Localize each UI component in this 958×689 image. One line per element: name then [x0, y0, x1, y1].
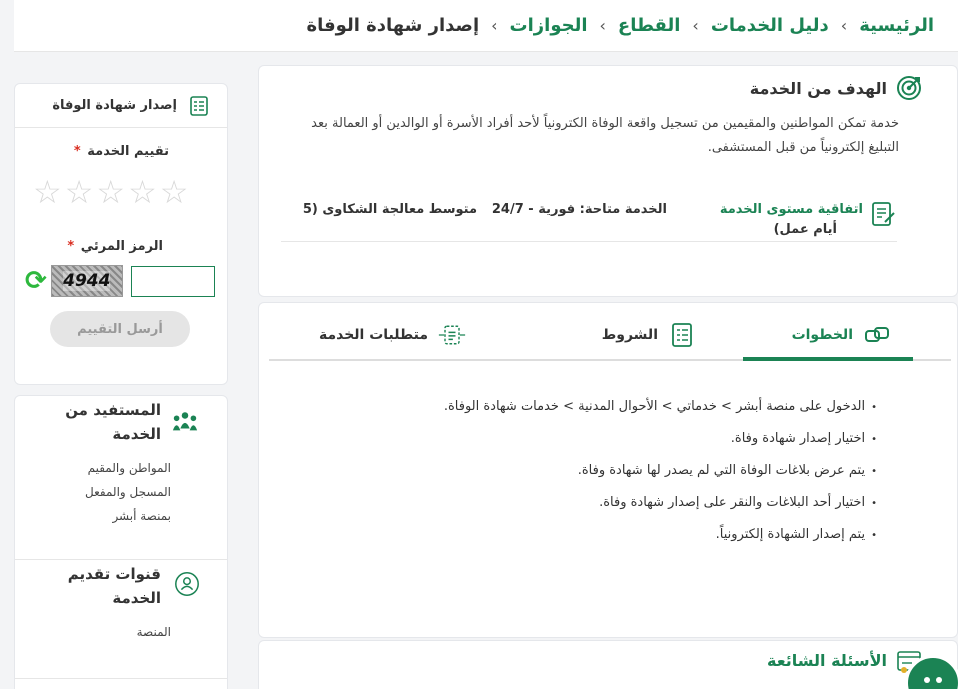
rating-card: إصدار شهادة الوفاة تقييم الخدمة * ☆ ☆ ☆ … [14, 83, 228, 385]
sla-availability: الخدمة متاحة: فورية - 24/7 [491, 202, 667, 217]
breadcrumb: الرئيسية › دليل الخدمات › القطاع › الجوا… [14, 0, 958, 52]
chat-bot-icon [924, 677, 942, 683]
star-icon[interactable]: ☆ [65, 176, 94, 208]
divider [15, 559, 227, 560]
breadcrumb-separator: › [840, 16, 848, 35]
tab-conditions[interactable]: الشروط [602, 321, 696, 349]
channels-icon [173, 570, 201, 598]
rating-label: تقييم الخدمة * [74, 144, 169, 159]
list-item: الدخول على منصة أبشر > خدماتي > الأحوال … [444, 391, 877, 423]
star-icon[interactable]: ☆ [128, 176, 157, 208]
channels-title: قنوات تقديم الخدمة [67, 565, 161, 607]
tab-steps-label: الخطوات [791, 327, 853, 343]
breadcrumb-services-guide[interactable]: دليل الخدمات [711, 15, 829, 36]
rating-label-text: تقييم الخدمة [87, 144, 169, 159]
goal-description: خدمة تمكن المواطنين والمقيمين من تسجيل و… [311, 116, 899, 155]
captcha-image: 4944 [50, 265, 123, 297]
star-icon[interactable]: ☆ [33, 176, 62, 208]
list-item: يتم عرض بلاغات الوفاة التي لم يصدر لها ش… [444, 455, 877, 487]
captcha-label-text: الرمز المرئي [80, 239, 163, 254]
faq-title: الأسئلة الشائعة [767, 651, 887, 670]
target-icon [895, 74, 923, 102]
requirements-icon [438, 321, 466, 349]
service-goal-card: الهدف من الخدمة خدمة تمكن المواطنين والم… [258, 65, 958, 297]
tab-conditions-label: الشروط [601, 327, 658, 343]
star-rating[interactable]: ☆ ☆ ☆ ☆ ☆ [33, 176, 188, 208]
service-tabs-card: الخطوات الشروط متطلبات الخدمة الدخول على… [258, 302, 958, 638]
list-item: اختيار إصدار شهادة وفاة. [444, 423, 877, 455]
refresh-icon[interactable]: ⟳ [25, 266, 47, 296]
sla-row: اتفاقية مستوى الخدمة الخدمة متاحة: فورية… [281, 198, 897, 242]
faq-section[interactable]: الأسئلة الشائعة [258, 640, 958, 689]
list-item: اختيار أحد البلاغات والنقر على إصدار شها… [444, 487, 877, 519]
channels-value: المنصة [136, 625, 171, 639]
beneficiary-line-3: بمنصة أبشر [112, 509, 171, 523]
sla-complaints-average: متوسط معالجة الشكاوى (5 [302, 202, 477, 217]
rating-header: إصدار شهادة الوفاة [15, 84, 227, 128]
star-icon[interactable]: ☆ [96, 176, 125, 208]
certificate-icon [185, 92, 213, 120]
breadcrumb-current: إصدار شهادة الوفاة [306, 15, 480, 36]
tab-requirements-label: متطلبات الخدمة [318, 327, 428, 343]
people-icon [171, 408, 199, 436]
active-tab-indicator [743, 357, 913, 361]
captcha-text: 4944 [63, 271, 111, 291]
steps-list: الدخول على منصة أبشر > خدماتي > الأحوال … [444, 391, 877, 551]
breadcrumb-separator: › [692, 16, 699, 35]
required-mark: * [73, 144, 81, 159]
breadcrumb-separator: › [599, 16, 606, 35]
conditions-icon [668, 321, 696, 349]
submit-rating-button[interactable]: أرسل التقييم [50, 311, 190, 347]
captcha-input[interactable] [130, 265, 215, 297]
breadcrumb-passports[interactable]: الجوازات [510, 15, 588, 36]
breadcrumb-home[interactable]: الرئيسية [859, 15, 934, 36]
sla-complaints-days: أيام عمل) [773, 222, 837, 237]
rating-header-title: إصدار شهادة الوفاة [52, 98, 177, 113]
sla-document-icon [869, 200, 897, 228]
list-item: يتم إصدار الشهادة إلكترونياً. [444, 519, 877, 551]
tab-requirements[interactable]: متطلبات الخدمة [319, 321, 466, 349]
beneficiary-line-2: المسجل والمفعل [85, 485, 171, 499]
beneficiary-title: المستفيد من الخدمة [65, 401, 161, 443]
breadcrumb-sector[interactable]: القطاع [618, 15, 680, 36]
goal-title: الهدف من الخدمة [749, 78, 887, 98]
captcha-label: الرمز المرئي * [67, 239, 163, 254]
breadcrumb-separator: › [491, 16, 498, 35]
required-mark: * [67, 239, 75, 254]
star-icon[interactable]: ☆ [160, 176, 189, 208]
beneficiary-line-1: المواطن والمقيم [87, 461, 171, 475]
goal-header: الهدف من الخدمة [750, 74, 923, 102]
tab-steps[interactable]: الخطوات [792, 321, 891, 349]
service-info-card: المستفيد من الخدمة المواطن والمقيم المسج… [14, 395, 228, 689]
steps-icon [863, 321, 891, 349]
captcha-row: ⟳ 4944 [25, 265, 215, 297]
chat-button[interactable] [905, 655, 958, 689]
tab-bar: الخطوات الشروط متطلبات الخدمة [269, 303, 951, 361]
sla-title: اتفاقية مستوى الخدمة [719, 202, 863, 217]
divider [15, 678, 227, 679]
